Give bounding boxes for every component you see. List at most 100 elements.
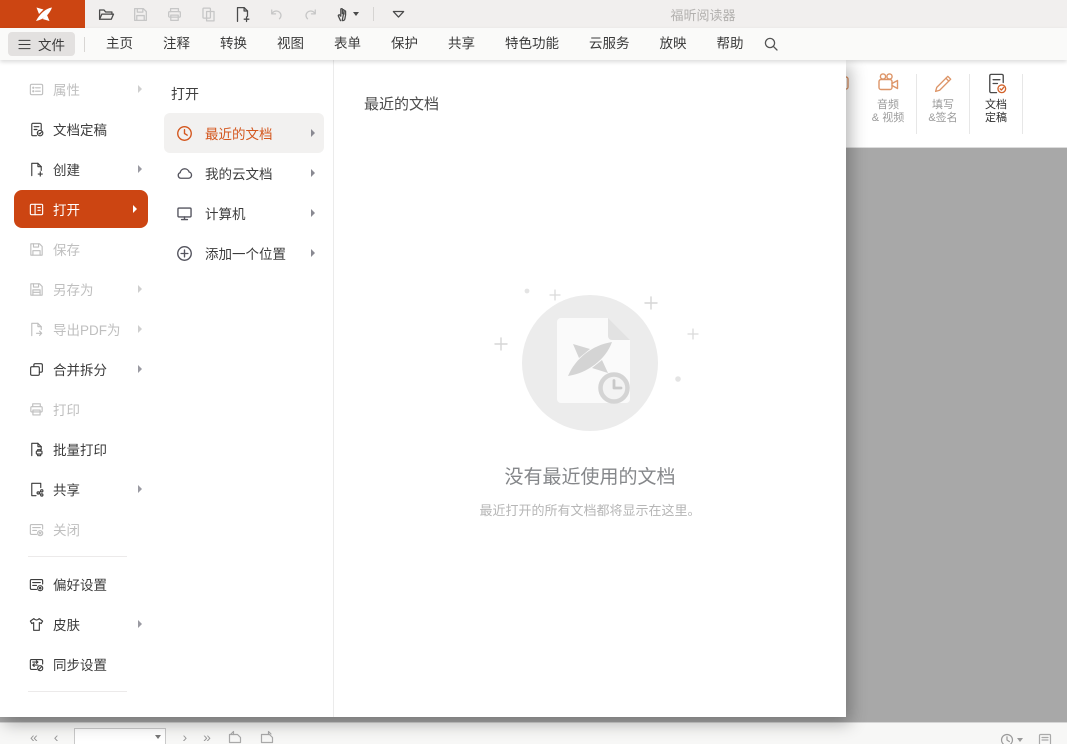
submenu-arrow-icon [138,85,142,93]
properties-icon [27,80,45,98]
previous-view-icon[interactable] [227,729,243,744]
menu-item-create[interactable]: 创建 [0,149,155,189]
open-item-computer[interactable]: 计算机 [164,193,324,233]
fill-sign-button[interactable]: 填写&签名 [920,68,966,125]
menu-item-save-as[interactable]: 另存为 [0,269,155,309]
foxit-logo-icon [32,4,54,24]
empty-state-illustration [480,287,700,437]
tab-comment[interactable]: 注释 [148,28,205,60]
clock-icon [175,124,194,143]
empty-state-subtitle: 最近打开的所有文档都将显示在这里。 [334,500,846,519]
file-menu-overlay: 属性 文档定稿 创建 打开 保存 [0,60,846,717]
document-finalize-icon [27,120,45,138]
tab-protect[interactable]: 保护 [376,28,433,60]
prev-page-button[interactable]: ‹ [54,729,59,744]
tab-cloud[interactable]: 云服务 [574,28,645,60]
document-finalize-label: 文档定稿 [985,99,1007,125]
redo-icon[interactable] [300,4,320,24]
menu-item-close[interactable]: 关闭 [0,509,155,549]
menu-item-document-finalize[interactable]: 文档定稿 [0,109,155,149]
tab-home[interactable]: 主页 [91,28,148,60]
audio-video-button[interactable]: 音频& 视频 [862,68,914,125]
empty-state-title: 没有最近使用的文档 [334,462,846,489]
statusbar: « ‹ › » [0,722,1067,744]
submenu-arrow-icon [311,249,315,257]
search-icon[interactable] [763,36,779,52]
customize-toolbar-icon[interactable] [388,4,408,24]
toolbar-separator [373,7,374,21]
hand-tool-dropdown[interactable] [353,12,359,16]
menu-item-open[interactable]: 打开 [14,190,148,228]
file-menu-sidebar: 属性 文档定稿 创建 打开 保存 [0,60,155,717]
menubar: 文件 主页 注释 转换 视图 表单 保护 共享 特色功能 云服务 放映 帮助 [0,28,1067,60]
quick-access-toolbar [96,0,408,28]
tab-presentation[interactable]: 放映 [645,28,702,60]
open-item-cloud-documents[interactable]: 我的云文档 [164,153,324,193]
skin-icon [27,615,45,633]
menu-item-share[interactable]: 共享 [0,469,155,509]
submenu-arrow-icon [138,620,142,628]
tab-view[interactable]: 视图 [262,28,319,60]
file-menu-button[interactable]: 文件 [8,32,75,56]
open-item-add-place[interactable]: 添加一个位置 [164,233,324,273]
save-as-icon [27,280,45,298]
document-finalize-button[interactable]: 文档定稿 [973,68,1019,125]
print-icon[interactable] [164,4,184,24]
page-number-combo[interactable] [74,728,166,744]
tab-form[interactable]: 表单 [319,28,376,60]
next-page-button[interactable]: › [182,729,187,744]
menu-item-properties[interactable]: 属性 [0,69,155,109]
submenu-arrow-icon [311,209,315,217]
tab-features[interactable]: 特色功能 [490,28,574,60]
view-mode-icon[interactable] [1037,732,1053,744]
menu-item-batch-print[interactable]: 批量打印 [0,429,155,469]
ribbon-separator [916,74,917,134]
copy-page-icon[interactable] [198,4,218,24]
create-document-icon [27,160,45,178]
menu-divider [28,556,127,557]
open-panel-title: 打开 [171,84,199,104]
computer-icon [175,204,194,223]
close-document-icon [27,520,45,538]
submenu-arrow-icon [138,285,142,293]
video-camera-icon [875,68,901,96]
last-page-button[interactable]: » [203,729,211,744]
clock-badge-icon [601,375,628,402]
titlebar: 福昕阅读器 [0,0,1067,28]
open-book-icon [27,200,45,218]
tab-convert[interactable]: 转换 [205,28,262,60]
merge-split-icon [27,360,45,378]
tab-share[interactable]: 共享 [433,28,490,60]
app-title: 福昕阅读器 [670,0,735,28]
submenu-arrow-icon [138,485,142,493]
menu-item-save[interactable]: 保存 [0,229,155,269]
menu-item-print[interactable]: 打印 [0,389,155,429]
reading-time-button[interactable] [999,732,1023,744]
add-place-icon [175,244,194,263]
menu-item-sync-settings[interactable]: 同步设置 [0,644,155,684]
first-page-button[interactable]: « [30,729,38,744]
new-document-icon[interactable] [232,4,252,24]
menu-item-export-pdf[interactable]: 导出PDF为 [0,309,155,349]
menu-item-skin[interactable]: 皮肤 [0,604,155,644]
submenu-arrow-icon [138,325,142,333]
foxit-logo[interactable] [0,0,85,28]
save-icon[interactable] [130,4,150,24]
submenu-arrow-icon [311,169,315,177]
open-item-recent-documents[interactable]: 最近的文档 [164,113,324,153]
submenu-arrow-icon [133,205,137,213]
next-view-icon[interactable] [259,729,275,744]
save-icon [27,240,45,258]
ribbon-separator [969,74,970,134]
tab-help[interactable]: 帮助 [702,28,759,60]
export-pdf-icon [27,320,45,338]
open-folder-icon[interactable] [96,4,116,24]
menubar-separator [84,37,85,52]
menu-item-merge-split[interactable]: 合并拆分 [0,349,155,389]
ribbon-separator [1022,74,1023,134]
menu-item-preferences[interactable]: 偏好设置 [0,564,155,604]
hand-tool-icon[interactable] [334,4,359,24]
undo-icon[interactable] [266,4,286,24]
share-icon [27,480,45,498]
document-finalize-icon [984,68,1009,96]
